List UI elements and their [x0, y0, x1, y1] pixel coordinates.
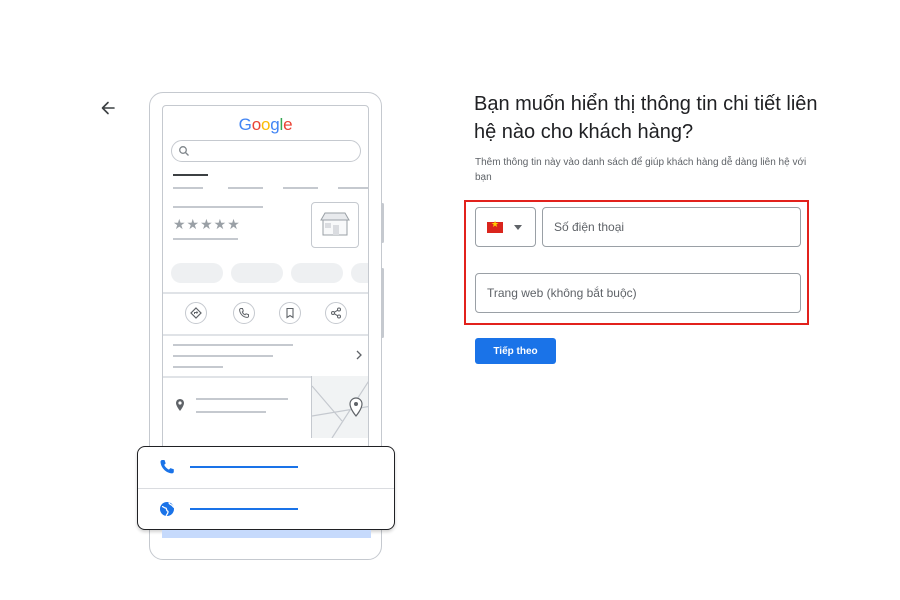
directions-action [185, 302, 207, 324]
map-icon [311, 381, 368, 439]
business-name-placeholder [173, 206, 263, 208]
chip-placeholder [171, 263, 223, 283]
chip-placeholder [351, 263, 368, 283]
phone-line-placeholder [190, 466, 298, 468]
phone-side-button [381, 268, 384, 338]
arrow-left-icon [101, 101, 115, 115]
logo-letter: o [251, 115, 261, 134]
map-thumbnail [311, 376, 368, 439]
address-placeholder [196, 398, 288, 400]
contact-card-illustration [137, 446, 395, 530]
share-icon [331, 307, 341, 319]
logo-letter: G [238, 115, 252, 134]
save-action [279, 302, 301, 324]
phone-icon [160, 460, 174, 474]
logo-letter: e [283, 115, 293, 134]
tab-placeholder [173, 187, 203, 189]
divider [163, 334, 368, 336]
store-icon [320, 212, 350, 236]
directions-icon [190, 307, 202, 319]
tab-placeholder [283, 187, 318, 189]
country-code-select[interactable]: ★ [475, 207, 536, 247]
website-input[interactable] [475, 273, 801, 313]
bookmark-icon [286, 307, 294, 319]
tab-placeholder [338, 187, 368, 189]
card-shadow-strip [162, 530, 371, 538]
logo-letter: o [260, 115, 271, 134]
page-subtitle: Thêm thông tin này vào danh sách để giúp… [475, 157, 807, 183]
call-action [233, 302, 255, 324]
divider [163, 292, 368, 294]
text-placeholder [173, 344, 293, 346]
text-placeholder [173, 366, 223, 368]
rating-stars: ★★★★★ [173, 216, 241, 232]
location-pin-icon [176, 399, 184, 411]
logo-letter: g [270, 115, 280, 134]
google-logo: Google [163, 115, 368, 135]
text-placeholder [173, 238, 238, 240]
card-row-website [138, 489, 394, 530]
phone-number-input[interactable] [542, 207, 801, 247]
phone-side-button [381, 203, 384, 243]
website-line-placeholder [190, 508, 298, 510]
next-button[interactable]: Tiếp theo [475, 338, 556, 364]
chevron-right-icon [356, 350, 362, 360]
vietnam-flag-icon: ★ [487, 219, 503, 233]
share-action [325, 302, 347, 324]
address-placeholder [196, 411, 266, 413]
search-icon [179, 146, 189, 156]
tab-placeholder [228, 187, 263, 189]
text-placeholder [173, 355, 273, 357]
globe-icon [160, 502, 175, 517]
page-title: Bạn muốn hiển thị thông tin chi tiết liê… [474, 93, 818, 143]
chip-placeholder [291, 263, 343, 283]
chip-placeholder [231, 263, 283, 283]
caret-down-icon [514, 225, 522, 230]
card-row-phone [138, 447, 394, 488]
storefront-image [311, 202, 359, 248]
phone-icon [239, 308, 249, 318]
divider [163, 376, 311, 378]
back-button[interactable] [98, 98, 118, 118]
mini-search-bar [171, 140, 361, 162]
tab-indicator [173, 174, 208, 176]
